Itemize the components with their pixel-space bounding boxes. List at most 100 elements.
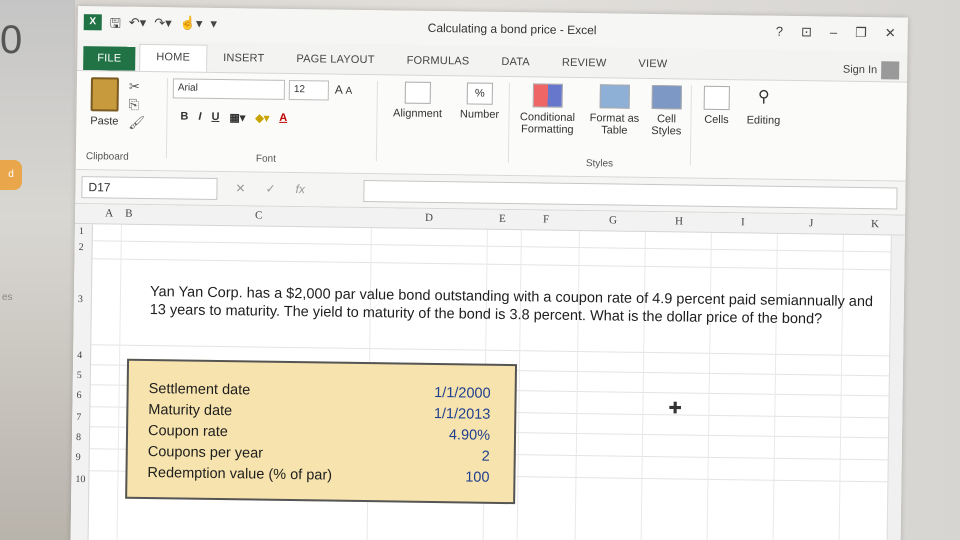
fill-color-icon[interactable]: ◆▾: [255, 111, 269, 124]
row-header[interactable]: 5: [77, 370, 82, 381]
row-header[interactable]: 4: [77, 350, 82, 361]
conditional-label-1: Conditional: [519, 111, 576, 124]
column-header[interactable]: F: [543, 214, 549, 226]
sign-in-link[interactable]: Sign In: [843, 61, 900, 80]
number-label: Number: [459, 108, 500, 121]
alignment-label: Alignment: [392, 107, 443, 121]
window-title: Calculating a bond price - Excel: [427, 20, 597, 38]
tab-data[interactable]: DATA: [485, 56, 546, 77]
tab-view[interactable]: VIEW: [622, 58, 683, 79]
gridline: [772, 233, 778, 540]
question-text[interactable]: Yan Yan Corp. has a $2,000 par value bon…: [150, 283, 890, 329]
gridline: [640, 231, 646, 540]
enter-icon[interactable]: ✓: [265, 182, 275, 196]
column-header[interactable]: E: [499, 213, 506, 225]
cells-button[interactable]: Cells: [696, 85, 737, 127]
coupon-rate-label[interactable]: Coupon rate: [148, 423, 228, 440]
tab-formulas[interactable]: FORMULAS: [390, 54, 485, 75]
tab-file[interactable]: FILE: [83, 46, 136, 71]
close-icon[interactable]: ✕: [885, 25, 896, 41]
cancel-icon[interactable]: ✕: [235, 181, 245, 195]
settlement-date-value[interactable]: 1/1/2000: [434, 385, 491, 402]
cell-styles-icon: [651, 85, 682, 110]
user-icon: [881, 61, 900, 80]
column-header[interactable]: H: [675, 215, 683, 227]
format-as-label-1: Format as: [589, 112, 640, 125]
clipboard-group-label: Clipboard: [85, 151, 129, 163]
ribbon-display-icon[interactable]: ⊡: [801, 24, 812, 40]
number-button[interactable]: % Number: [454, 82, 505, 121]
shrink-font-button[interactable]: A: [345, 86, 352, 97]
borders-icon[interactable]: ▦▾: [229, 111, 245, 124]
column-header[interactable]: I: [741, 216, 745, 228]
paste-button[interactable]: Paste: [84, 77, 125, 128]
coupons-per-year-label[interactable]: Coupons per year: [148, 444, 263, 462]
clipboard-icon: [90, 77, 120, 112]
format-as-label-2: Table: [601, 124, 628, 137]
save-icon[interactable]: 🖫: [110, 14, 121, 36]
row-headers: 1 2 3 4 5 6 7 8 9 10: [70, 223, 93, 540]
bold-button[interactable]: B: [180, 110, 188, 123]
excel-window: X 🖫 ↶▾ ↷▾ ☝▾ ▾ Calculating a bond price …: [70, 6, 908, 540]
tab-insert[interactable]: INSERT: [207, 52, 281, 73]
spreadsheet-grid[interactable]: A B C D E F G H I J K 1 2 3 4 5 6 7 8 9 …: [70, 203, 906, 540]
restore-icon[interactable]: ❐: [855, 25, 867, 41]
cells-icon: [703, 85, 730, 111]
customize-qat-icon[interactable]: ▾: [210, 16, 217, 38]
column-header[interactable]: C: [255, 209, 263, 221]
underline-button[interactable]: U: [211, 111, 219, 124]
editing-button[interactable]: ⚲ Editing: [740, 86, 787, 127]
conditional-formatting-icon: [532, 83, 563, 108]
column-header[interactable]: K: [871, 218, 879, 230]
coupon-rate-value[interactable]: 4.90%: [449, 427, 490, 444]
formula-input[interactable]: [363, 180, 898, 210]
font-size-dropdown[interactable]: 12: [288, 79, 329, 101]
grow-font-button[interactable]: A: [335, 83, 343, 97]
tab-home[interactable]: HOME: [139, 43, 208, 72]
tab-page-layout[interactable]: PAGE LAYOUT: [280, 53, 390, 75]
tab-review[interactable]: REVIEW: [546, 57, 623, 78]
row-header[interactable]: 1: [79, 226, 84, 237]
redemption-value-value[interactable]: 100: [465, 469, 489, 485]
row-header[interactable]: 7: [76, 412, 81, 423]
insert-function-icon[interactable]: fx: [295, 182, 305, 196]
minimize-icon[interactable]: –: [830, 25, 837, 41]
mouse-cursor-icon: ✚: [668, 400, 682, 418]
vertical-scrollbar[interactable]: [886, 235, 905, 540]
row-header[interactable]: 3: [78, 294, 83, 305]
format-painter-icon[interactable]: 🖌: [128, 114, 145, 132]
coupons-per-year-value[interactable]: 2: [482, 449, 490, 465]
redemption-value-label[interactable]: Redemption value (% of par): [147, 465, 332, 484]
column-header[interactable]: A: [105, 207, 113, 219]
touch-mode-icon[interactable]: ☝▾: [179, 15, 203, 37]
italic-button[interactable]: I: [198, 111, 201, 124]
copy-icon[interactable]: ⎘: [129, 96, 146, 114]
row-header[interactable]: 9: [76, 452, 81, 463]
row-header[interactable]: 2: [79, 242, 84, 253]
row-header[interactable]: 10: [75, 474, 85, 485]
cell-label-1: Cell: [656, 113, 677, 126]
format-as-table-button[interactable]: Format as Table: [584, 84, 645, 137]
bond-data-table: Settlement date 1/1/2000 Maturity date 1…: [125, 358, 518, 505]
name-box[interactable]: D17: [81, 176, 218, 200]
gridline: [92, 240, 905, 253]
font-color-button[interactable]: A: [279, 112, 287, 125]
maturity-date-value[interactable]: 1/1/2013: [434, 406, 491, 423]
cut-icon[interactable]: ✂: [129, 78, 146, 96]
row-header[interactable]: 6: [76, 390, 81, 401]
redo-icon[interactable]: ↷▾: [154, 15, 172, 37]
undo-icon[interactable]: ↶▾: [129, 15, 147, 37]
column-header[interactable]: J: [809, 217, 813, 229]
row-header[interactable]: 8: [76, 432, 81, 443]
column-header[interactable]: G: [609, 214, 617, 226]
settlement-date-label[interactable]: Settlement date: [149, 381, 251, 398]
conditional-formatting-button[interactable]: Conditional Formatting: [512, 83, 583, 136]
column-header[interactable]: D: [425, 212, 433, 224]
alignment-button[interactable]: Alignment: [382, 81, 453, 120]
font-name-dropdown[interactable]: Arial: [172, 78, 285, 100]
help-icon[interactable]: ?: [776, 24, 783, 40]
column-header[interactable]: B: [125, 208, 133, 220]
background-tab[interactable]: d: [0, 160, 22, 190]
maturity-date-label[interactable]: Maturity date: [148, 402, 232, 419]
cell-styles-button[interactable]: Cell Styles: [646, 85, 687, 138]
